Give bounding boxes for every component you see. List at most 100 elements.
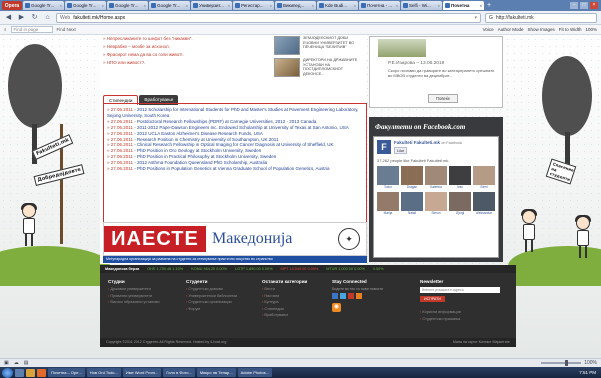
minimize-icon[interactable]: – <box>570 2 578 9</box>
browser-tab[interactable]: Google Tr... × <box>149 1 190 10</box>
reload-icon[interactable]: ↻ <box>30 13 39 22</box>
images-icon[interactable]: ▤ <box>24 360 29 366</box>
browser-tab-active[interactable]: Почетна × <box>443 1 484 10</box>
fan-avatar[interactable]: Natali <box>401 192 423 216</box>
footer-link[interactable]: Студентски прашања <box>420 317 510 321</box>
fan-avatar[interactable]: Dragan <box>401 166 423 190</box>
footer-link[interactable]: Вработување <box>262 313 307 317</box>
close-icon[interactable]: × <box>354 3 356 8</box>
list-item[interactable]: 27.06.2011 - PhD Positions in Population… <box>107 166 363 172</box>
address-field[interactable]: Web fakulteti.mk/Home.aspx ▾ <box>56 12 481 23</box>
top-link[interactable]: Неврабке – мозбе за исхонол. <box>103 44 268 49</box>
system-clock[interactable]: 7:51 PM <box>579 370 599 375</box>
footer-link[interactable]: Настани <box>262 294 307 298</box>
browser-tab[interactable]: Google Tr... × <box>65 1 106 10</box>
taskbar-task[interactable]: Голо в Фото... <box>163 368 195 377</box>
fan-avatar[interactable]: Simon <box>425 192 447 216</box>
fan-avatar[interactable]: Marija <box>377 192 399 216</box>
search-engine-icon[interactable]: G <box>489 15 493 21</box>
start-button[interactable] <box>2 367 13 378</box>
footer-link[interactable]: Студентски домови <box>186 287 237 291</box>
facebook-icon[interactable] <box>332 293 338 299</box>
facebook-like-button[interactable]: Like <box>394 147 408 154</box>
back-icon[interactable]: ◀ <box>4 13 13 22</box>
close-icon[interactable]: × <box>144 3 146 8</box>
newsletter-email-input[interactable]: Внесете ја вашата е-адреса <box>420 287 500 293</box>
list-item[interactable]: 27.06.2011 - 2012 Scholarship for Intern… <box>107 107 363 119</box>
top-link[interactable]: НПО или живост?. <box>103 60 268 65</box>
find-next-button[interactable]: Find Next <box>57 27 76 32</box>
footer-link[interactable]: Студентски организации <box>186 300 237 304</box>
rss-icon[interactable]: ◉ <box>332 303 341 312</box>
close-icon[interactable]: × <box>228 3 230 8</box>
footer-link[interactable]: Форум <box>186 307 237 311</box>
facebook-page-name[interactable]: Fakulteti Fakulteti.mk <box>394 140 440 145</box>
close-icon[interactable]: × <box>438 3 440 8</box>
footer-link[interactable]: Вести <box>262 287 307 291</box>
new-tab-icon[interactable]: + <box>485 2 493 10</box>
footer-link[interactable]: Стипендии <box>262 307 307 311</box>
top-link[interactable]: Фрасирот нема да ва со голи живот!. <box>103 52 268 57</box>
news-item[interactable]: ДИРЕКТОРИ НА ДРЖАВНИТЕ УСТАНОВИ НА ПОСТД… <box>274 58 364 77</box>
zoom-select[interactable]: 100% <box>585 27 597 32</box>
fan-avatar[interactable]: Aleksandar <box>473 192 495 216</box>
close-icon[interactable]: × <box>480 3 482 8</box>
youtube-icon[interactable] <box>348 293 354 299</box>
maximize-icon[interactable]: □ <box>580 2 588 9</box>
browser-tab[interactable]: Универзит... × <box>191 1 232 10</box>
taskbar-task[interactable]: Adobe Photos... <box>237 368 273 377</box>
turbo-icon[interactable]: ☁ <box>14 360 19 366</box>
author-mode-button[interactable]: Author Mode <box>498 27 524 32</box>
browser-tab[interactable]: Google Tr... × <box>107 1 148 10</box>
browser-tab[interactable]: Google Tr... × <box>23 1 64 10</box>
voice-button[interactable]: Voice <box>483 27 494 32</box>
blog-icon[interactable] <box>356 293 362 299</box>
browser-tab[interactable]: Википед... × <box>275 1 316 10</box>
browser-tab[interactable]: Регистар... × <box>233 1 274 10</box>
footer-link[interactable]: Универзитетски библиотеки <box>186 294 237 298</box>
panel-toggle-icon[interactable]: ▣ <box>4 360 9 366</box>
ie-icon[interactable] <box>15 368 24 377</box>
show-images-button[interactable]: Show Images <box>527 27 554 32</box>
footer-link[interactable]: Корисни информации <box>420 310 510 314</box>
taskbar-task[interactable]: Микро пв Тенар... <box>196 368 236 377</box>
more-button[interactable]: Повеќе <box>428 94 459 103</box>
footer-link[interactable]: Приватни универзитети <box>108 294 159 298</box>
taskbar-task[interactable]: Почетна – Ope... <box>48 368 85 377</box>
fan-avatar[interactable]: Katerina <box>425 166 447 190</box>
taskbar-task[interactable]: Име Word Prom... <box>122 368 162 377</box>
close-icon[interactable]: × <box>186 3 188 8</box>
taskbar-task[interactable]: Нов Ord Todo... <box>86 368 121 377</box>
home-icon[interactable]: ⌂ <box>43 13 52 22</box>
close-icon[interactable]: × <box>312 3 314 8</box>
media-icon[interactable] <box>37 368 46 377</box>
fan-avatar[interactable]: Todor <box>377 166 399 190</box>
footer-link[interactable]: Култура <box>262 300 307 304</box>
browser-tab[interactable]: Selfi - Wi... × <box>401 1 442 10</box>
forward-icon[interactable]: ▶ <box>17 13 26 22</box>
news-item[interactable]: ЗЕМЈОДЕЛСКИОТ ДОБИ ЕЧОВНИ УНИВЕРЗИТЕТ ВО… <box>274 36 364 55</box>
top-link[interactable]: Непресликаните го шефот без "никакви". <box>103 36 268 41</box>
fit-width-button[interactable]: Fit to Width <box>559 27 582 32</box>
footer-link[interactable]: Високо образовни установи <box>108 300 159 304</box>
fan-avatar[interactable]: Gjorgi <box>449 192 471 216</box>
close-icon[interactable]: × <box>270 3 272 8</box>
facebook-page-avatar[interactable]: F <box>377 140 391 154</box>
window-close-icon[interactable]: × <box>590 2 598 9</box>
zoom-level[interactable]: 100% <box>584 360 597 366</box>
footer-link[interactable]: Државни универзитети <box>108 287 159 291</box>
iaeste-banner[interactable]: ИАЕСТЕ Македонија ✦ <box>103 222 367 256</box>
close-icon[interactable]: × <box>60 3 62 8</box>
find-input[interactable]: Find in page <box>10 26 53 33</box>
fan-avatar[interactable]: Eleni <box>473 166 495 190</box>
footer-bottom-links[interactable]: Мапа на сајтот Контакт Маркетинг <box>453 338 510 347</box>
browser-tab[interactable]: Kde Budi... × <box>317 1 358 10</box>
dropdown-icon[interactable]: ▾ <box>474 15 477 21</box>
explorer-icon[interactable] <box>26 368 35 377</box>
fan-avatar[interactable]: Ivan <box>449 166 471 190</box>
twitter-icon[interactable] <box>340 293 346 299</box>
close-icon[interactable]: × <box>396 3 398 8</box>
close-icon[interactable]: × <box>102 3 104 8</box>
browser-tab[interactable]: Почетна - ... × <box>359 1 400 10</box>
newsletter-submit-button[interactable]: ИСПРАТИ <box>420 296 445 302</box>
